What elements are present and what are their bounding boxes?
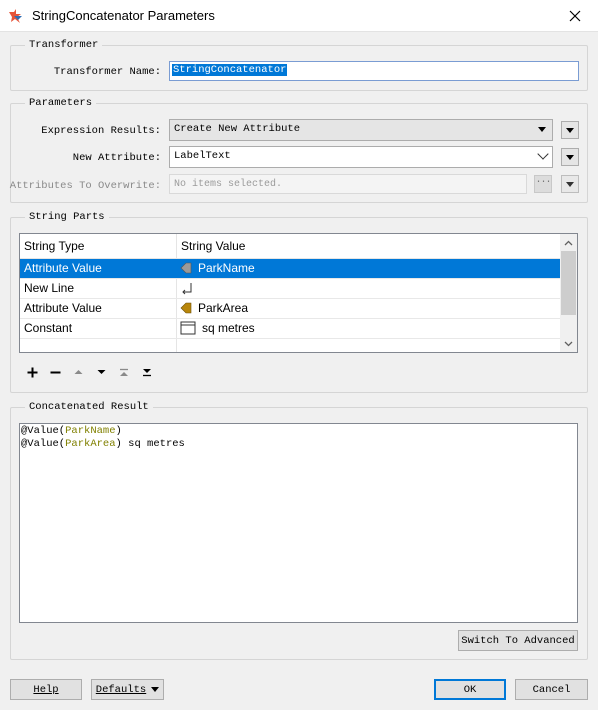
scroll-down-button[interactable] — [560, 335, 577, 352]
close-icon — [569, 10, 581, 21]
expression-results-menu-button[interactable] — [561, 121, 579, 139]
window-title: StringConcatenator Parameters — [32, 8, 215, 23]
column-header-string-type[interactable]: String Type — [20, 234, 176, 259]
table-row[interactable]: Attribute Value ParkArea — [20, 299, 560, 319]
parameters-group-title: Parameters — [25, 97, 97, 109]
string-type-cell: Constant — [24, 321, 73, 335]
expression-results-label: Expression Results: — [41, 125, 161, 137]
defaults-button[interactable]: Defaults — [91, 679, 164, 700]
add-icon — [27, 367, 37, 377]
table-row[interactable]: Constant sq metres — [20, 319, 560, 339]
table-row[interactable]: New Line — [20, 279, 560, 299]
attribute-icon — [180, 262, 192, 274]
transformer-name-input[interactable]: StringConcatenator — [169, 61, 579, 81]
remove-icon — [50, 371, 60, 373]
dropdown-arrow-icon — [538, 127, 546, 132]
new-attribute-menu-button[interactable] — [561, 148, 579, 166]
move-up-button[interactable] — [68, 362, 88, 382]
function-token: @Value( — [21, 425, 66, 437]
transformer-name-value: StringConcatenator — [172, 64, 288, 76]
new-attribute-combobox[interactable]: LabelText — [169, 146, 553, 168]
paren-token: ) — [115, 425, 122, 437]
ellipsis-icon: ··· — [535, 177, 551, 188]
close-button[interactable] — [552, 0, 598, 31]
app-icon — [9, 9, 22, 23]
move-bottom-button[interactable] — [137, 362, 157, 382]
constant-icon — [180, 321, 196, 335]
move-down-icon — [97, 370, 105, 374]
new-attribute-label: New Attribute: — [72, 152, 161, 164]
string-value-cell: ParkName — [198, 261, 255, 275]
move-bottom-icon — [143, 368, 151, 376]
scroll-up-button[interactable] — [560, 234, 577, 251]
chevron-up-icon — [564, 240, 573, 245]
move-top-icon — [120, 368, 128, 376]
column-header-string-value[interactable]: String Value — [177, 234, 561, 259]
result-line: @Value(ParkArea) sq metres — [21, 438, 576, 451]
ok-button[interactable]: OK — [434, 679, 506, 700]
switch-to-advanced-button[interactable]: Switch To Advanced — [458, 630, 578, 651]
string-value-cell: ParkArea — [198, 301, 249, 315]
cancel-button[interactable]: Cancel — [515, 679, 588, 700]
chevron-down-icon — [537, 148, 549, 160]
function-token: @Value( — [21, 438, 66, 450]
string-type-cell: Attribute Value — [24, 261, 102, 275]
attributes-to-overwrite-label: Attributes To Overwrite: — [9, 180, 161, 192]
attribute-token: ParkName — [65, 425, 116, 437]
attribute-token: ParkArea — [65, 438, 116, 450]
move-down-button[interactable] — [91, 362, 111, 382]
string-parts-table[interactable]: String Type String Value Attribute Value… — [19, 233, 578, 353]
transformer-name-label: Transformer Name: — [53, 66, 161, 78]
title-bar: StringConcatenator Parameters — [0, 0, 598, 32]
attribute-icon — [180, 302, 192, 314]
transformer-group-title: Transformer — [25, 39, 103, 51]
attributes-to-overwrite-menu-button[interactable] — [561, 175, 579, 193]
concatenated-result-group-title: Concatenated Result — [25, 401, 153, 413]
string-type-cell: New Line — [24, 281, 75, 295]
attributes-to-overwrite-field[interactable]: No items selected. — [169, 174, 527, 194]
table-row[interactable]: Attribute Value ParkName — [20, 259, 560, 279]
attributes-browse-button[interactable]: ··· — [534, 175, 552, 193]
help-button[interactable]: Help — [10, 679, 82, 700]
concatenated-result-editor[interactable]: @Value(ParkName) @Value(ParkArea) sq met… — [19, 423, 578, 623]
defaults-label: Defaults — [95, 683, 147, 696]
newline-icon — [182, 283, 192, 295]
new-attribute-value: LabelText — [174, 150, 231, 162]
string-type-cell: Attribute Value — [24, 301, 102, 315]
chevron-down-icon — [564, 341, 573, 346]
attributes-to-overwrite-placeholder: No items selected. — [174, 179, 283, 190]
result-line: @Value(ParkName) — [21, 425, 576, 438]
remove-row-button[interactable] — [45, 362, 65, 382]
move-up-icon — [74, 370, 82, 374]
constant-token: sq metres — [121, 438, 185, 450]
add-row-button[interactable] — [22, 362, 42, 382]
move-top-button[interactable] — [114, 362, 134, 382]
expression-results-value: Create New Attribute — [174, 123, 301, 135]
string-parts-group-title: String Parts — [25, 211, 109, 223]
scroll-thumb[interactable] — [561, 251, 576, 315]
string-value-cell: sq metres — [202, 321, 255, 335]
vertical-scrollbar[interactable] — [560, 234, 577, 352]
dropdown-arrow-icon — [151, 687, 160, 692]
expression-results-select[interactable]: Create New Attribute — [169, 119, 553, 141]
